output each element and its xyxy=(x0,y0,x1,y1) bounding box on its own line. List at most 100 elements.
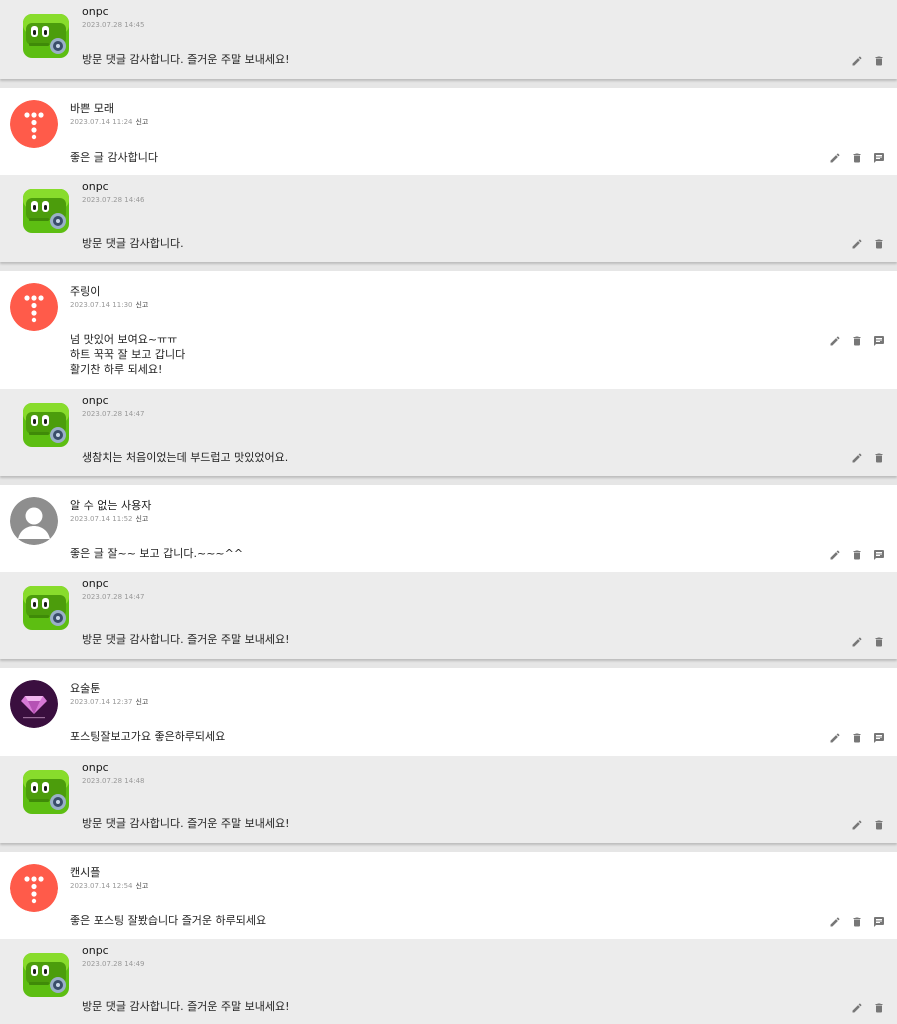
comment-actions xyxy=(850,237,885,250)
comment-meta: 2023.07.14 11:52 신고 xyxy=(70,514,148,524)
delete-icon[interactable] xyxy=(872,451,885,464)
delete-icon[interactable] xyxy=(850,151,863,164)
report-link[interactable]: 신고 xyxy=(135,698,148,706)
edit-icon[interactable] xyxy=(828,915,841,928)
comment-date: 2023.07.28 14:48 xyxy=(82,777,145,785)
edit-icon[interactable] xyxy=(850,818,863,831)
comment-actions xyxy=(828,151,885,164)
comment-date: 2023.07.14 12:37 xyxy=(70,698,133,706)
comment-meta: 2023.07.28 14:48 xyxy=(82,777,144,785)
comment-date: 2023.07.28 14:47 xyxy=(82,593,145,601)
delete-icon[interactable] xyxy=(850,731,863,744)
comment-meta: 2023.07.14 11:24 신고 xyxy=(70,117,148,127)
avatar[interactable] xyxy=(10,864,58,912)
avatar[interactable] xyxy=(22,187,70,235)
comment-meta: 2023.07.14 12:54 신고 xyxy=(70,881,148,891)
edit-icon[interactable] xyxy=(850,1001,863,1014)
comment-actions xyxy=(828,915,885,928)
edit-icon[interactable] xyxy=(828,151,841,164)
comment-text: 방문 댓글 감사합니다. 즐거운 주말 보내세요! xyxy=(82,1000,290,1013)
avatar[interactable] xyxy=(22,401,70,449)
edit-icon[interactable] xyxy=(850,237,863,250)
comment-actions xyxy=(850,451,885,464)
comment-text: 방문 댓글 감사합니다. 즐거운 주말 보내세요! xyxy=(82,633,290,646)
author-name[interactable]: 알 수 없는 사용자 xyxy=(70,497,151,513)
comment-date: 2023.07.28 14:45 xyxy=(82,21,145,29)
author-name[interactable]: onpc xyxy=(82,180,109,193)
comment-list: onpc 2023.07.28 14:45 방문 댓글 감사합니다. 즐거운 주말 … xyxy=(0,0,897,1024)
edit-icon[interactable] xyxy=(828,548,841,561)
comment-actions xyxy=(828,731,885,744)
author-name[interactable]: onpc xyxy=(82,5,109,18)
comment-actions xyxy=(828,548,885,561)
avatar[interactable] xyxy=(10,100,58,148)
author-name[interactable]: onpc xyxy=(82,577,109,590)
avatar[interactable] xyxy=(22,584,70,632)
comment-item: 주링이 2023.07.14 11:30 신고 넘 맛있어 보여요~ㅠㅠ 하트 꾹꾹 … xyxy=(0,271,897,389)
edit-icon[interactable] xyxy=(850,451,863,464)
comment-date: 2023.07.28 14:47 xyxy=(82,410,145,418)
comment-actions xyxy=(828,334,885,347)
edit-icon[interactable] xyxy=(850,635,863,648)
delete-icon[interactable] xyxy=(850,915,863,928)
delete-icon[interactable] xyxy=(872,818,885,831)
comment-text: 방문 댓글 감사합니다. 즐거운 주말 보내세요! xyxy=(82,817,290,830)
edit-icon[interactable] xyxy=(850,54,863,67)
comment-date: 2023.07.14 12:54 xyxy=(70,882,133,890)
comment-meta: 2023.07.28 14:49 xyxy=(82,960,144,968)
comment-meta: 2023.07.28 14:46 xyxy=(82,196,144,204)
author-name[interactable]: 캔시플 xyxy=(70,864,100,880)
edit-icon[interactable] xyxy=(828,334,841,347)
report-link[interactable]: 신고 xyxy=(135,882,148,890)
delete-icon[interactable] xyxy=(872,54,885,67)
edit-icon[interactable] xyxy=(828,731,841,744)
comment-meta: 2023.07.28 14:45 xyxy=(82,21,144,29)
reply-item: onpc 2023.07.28 14:45 방문 댓글 감사합니다. 즐거운 주말 … xyxy=(0,0,897,79)
comment-text: 좋은 글 감사합니다 xyxy=(70,151,158,164)
avatar[interactable] xyxy=(10,680,58,728)
comment-date: 2023.07.28 14:46 xyxy=(82,196,145,204)
reply-item: onpc 2023.07.28 14:46 방문 댓글 감사합니다. xyxy=(0,175,897,262)
report-link[interactable]: 신고 xyxy=(135,515,148,523)
avatar[interactable] xyxy=(10,283,58,331)
reply-icon[interactable] xyxy=(872,548,885,561)
avatar[interactable] xyxy=(22,951,70,999)
comment-item: 캔시플 2023.07.14 12:54 신고 좋은 포스팅 잘봤습니다 즐거운 하루… xyxy=(0,852,897,939)
reply-icon[interactable] xyxy=(872,915,885,928)
comment-text: 포스팅잘보고가요 좋은하루되세요 xyxy=(70,730,226,743)
avatar[interactable] xyxy=(10,497,58,545)
reply-item: onpc 2023.07.28 14:49 방문 댓글 감사합니다. 즐거운 주말 … xyxy=(0,939,897,1024)
comment-actions xyxy=(850,635,885,648)
comment-date: 2023.07.14 11:30 xyxy=(70,301,133,309)
reply-icon[interactable] xyxy=(872,731,885,744)
delete-icon[interactable] xyxy=(872,237,885,250)
author-name[interactable]: 주링이 xyxy=(70,283,100,299)
reply-item: onpc 2023.07.28 14:47 생참치는 처음이었는데 부드럽고 맛있었… xyxy=(0,389,897,476)
delete-icon[interactable] xyxy=(850,548,863,561)
reply-icon[interactable] xyxy=(872,334,885,347)
author-name[interactable]: 요술툰 xyxy=(70,680,100,696)
comment-meta: 2023.07.14 11:30 신고 xyxy=(70,300,148,310)
comment-meta: 2023.07.28 14:47 xyxy=(82,410,144,418)
avatar[interactable] xyxy=(22,12,70,60)
comment-text: 넘 맛있어 보여요~ㅠㅠ 하트 꾹꾹 잘 보고 갑니다 활기찬 하루 되세요! xyxy=(70,333,186,376)
delete-icon[interactable] xyxy=(872,1001,885,1014)
comment-meta: 2023.07.28 14:47 xyxy=(82,593,144,601)
comment-actions xyxy=(850,818,885,831)
avatar[interactable] xyxy=(22,768,70,816)
reply-icon[interactable] xyxy=(872,151,885,164)
delete-icon[interactable] xyxy=(872,635,885,648)
report-link[interactable]: 신고 xyxy=(135,301,148,309)
comment-date: 2023.07.28 14:49 xyxy=(82,960,145,968)
report-link[interactable]: 신고 xyxy=(135,118,148,126)
comment-text: 좋은 포스팅 잘봤습니다 즐거운 하루되세요 xyxy=(70,914,267,927)
author-name[interactable]: onpc xyxy=(82,944,109,957)
author-name[interactable]: onpc xyxy=(82,394,109,407)
delete-icon[interactable] xyxy=(850,334,863,347)
comment-date: 2023.07.14 11:24 xyxy=(70,118,133,126)
comment-actions xyxy=(850,54,885,67)
comment-text: 방문 댓글 감사합니다. 즐거운 주말 보내세요! xyxy=(82,53,290,66)
author-name[interactable]: onpc xyxy=(82,761,109,774)
comment-meta: 2023.07.14 12:37 신고 xyxy=(70,697,148,707)
author-name[interactable]: 바쁜 모래 xyxy=(70,100,114,116)
